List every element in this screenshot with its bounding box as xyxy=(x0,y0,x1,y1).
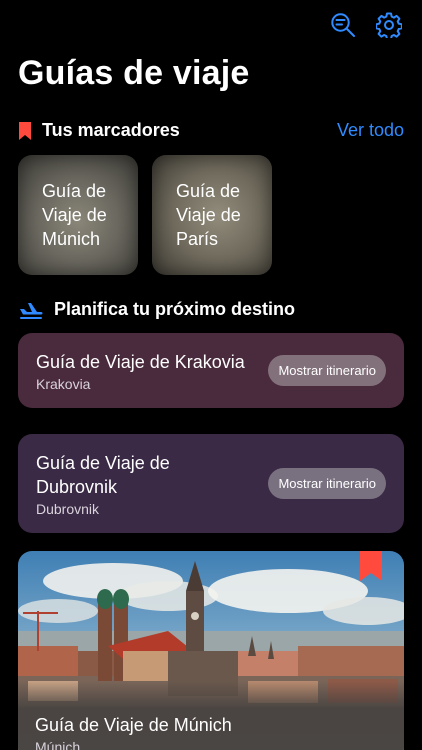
guide-card-munich[interactable]: Guía de Viaje de Múnich Múnich xyxy=(18,551,404,750)
screen: Guías de viaje Tus marcadores Ver todo G… xyxy=(0,0,422,750)
guide-card-city: Krakovia xyxy=(36,375,91,392)
plane-icon xyxy=(20,302,43,319)
show-itinerary-button[interactable]: Mostrar itinerario xyxy=(268,355,386,386)
show-itinerary-button[interactable]: Mostrar itinerario xyxy=(268,468,386,499)
see-all-link[interactable]: Ver todo xyxy=(337,120,404,141)
bookmark-flag-icon[interactable] xyxy=(360,551,382,581)
search-button[interactable] xyxy=(328,10,358,40)
bookmarks-header: Tus marcadores Ver todo xyxy=(18,120,404,141)
guide-card-dubrovnik[interactable]: Guía de Viaje de Dubrovnik Dubrovnik Mos… xyxy=(18,434,404,533)
bookmark-card-munich[interactable]: Guía de Viaje de Múnich xyxy=(18,155,138,275)
bookmark-icon xyxy=(19,121,31,140)
guide-card-city: Dubrovnik xyxy=(36,500,100,517)
bookmarks-title: Tus marcadores xyxy=(42,120,180,140)
guide-card-name: Guía de Viaje de Dubrovnik xyxy=(36,452,170,497)
guide-card-name: Guía de Viaje de Krakovia xyxy=(36,351,245,372)
search-filter-icon xyxy=(331,13,355,37)
guide-card-city: Múnich xyxy=(35,739,81,750)
settings-button[interactable] xyxy=(374,10,404,40)
guide-card-krakow[interactable]: Guía de Viaje de Krakovia Krakovia Mostr… xyxy=(18,333,404,408)
gear-icon xyxy=(376,12,402,38)
bookmark-card-paris[interactable]: Guía de Viaje de París xyxy=(152,155,272,275)
page-title: Guías de viaje xyxy=(18,54,250,92)
top-toolbar xyxy=(328,10,404,40)
plan-title: Planifica tu próximo destino xyxy=(54,299,296,319)
bookmarks-list: Guía de Viaje de Múnich Guía de Viaje de… xyxy=(18,155,272,275)
plan-header: Planifica tu próximo destino xyxy=(18,299,404,320)
guide-card-name: Guía de Viaje de Múnich xyxy=(35,715,232,735)
